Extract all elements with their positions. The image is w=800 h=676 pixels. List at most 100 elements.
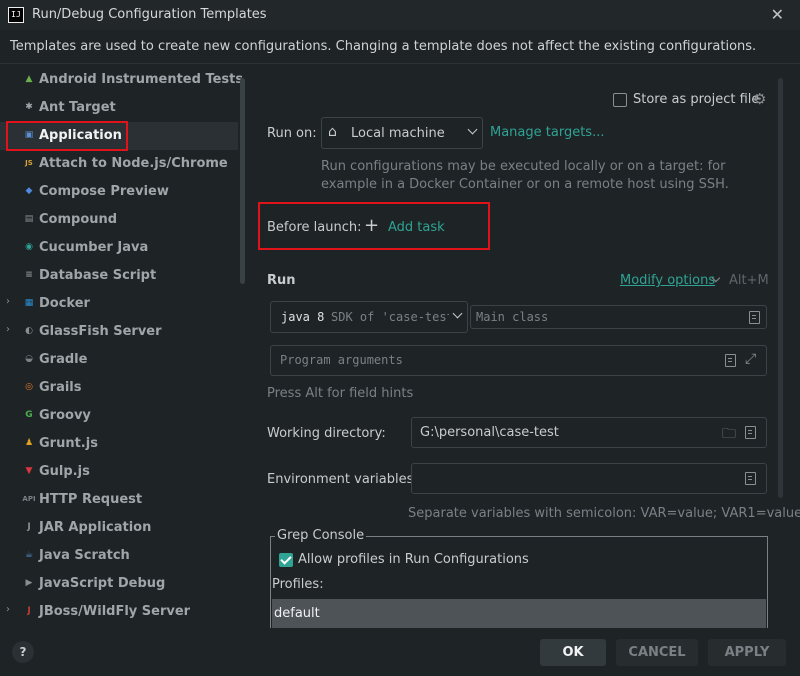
sidebar-item[interactable]: API HTTP Request [0, 486, 238, 514]
working-directory-label: Working directory: [267, 426, 386, 441]
sidebar-item[interactable]: ◆ Compose Preview [0, 178, 238, 206]
edit-env-icon[interactable] [745, 472, 756, 485]
android-icon: ▲ [25, 74, 33, 84]
gear-icon[interactable]: ⚙ [753, 90, 766, 108]
macro-icon[interactable] [745, 426, 756, 439]
store-as-project-file-label: Store as project file [633, 92, 760, 107]
help-button[interactable]: ? [12, 641, 34, 663]
sidebar-item[interactable]: ▲ Android Instrumented Tests [0, 66, 244, 94]
environment-variables-field[interactable] [411, 463, 767, 494]
run-on-select[interactable]: ⌂ Local machine [321, 117, 483, 149]
sidebar-item-label: Compound [39, 212, 118, 227]
allow-profiles-label: Allow profiles in Run Configurations [298, 552, 529, 567]
sidebar-item-label: Database Script [39, 268, 157, 283]
field-hints-text: Press Alt for field hints [267, 386, 414, 401]
sidebar-item[interactable]: JS Attach to Node.js/Chrome [0, 150, 238, 178]
program-arguments-field[interactable]: Program arguments ⤢ [270, 345, 767, 376]
modify-options-link[interactable]: Modify options [620, 273, 715, 288]
docker-icon: ▦ [24, 298, 34, 308]
jdk-hint: SDK of 'case-test [331, 310, 449, 324]
sidebar-item[interactable]: ▤ Compound [0, 206, 238, 234]
sidebar-item[interactable]: J JAR Application [0, 514, 238, 542]
working-directory-field[interactable]: G:\personal\case-test 🗀 [411, 417, 767, 448]
modify-options-shortcut: Alt+M [729, 273, 769, 288]
run-on-value: Local machine [351, 126, 445, 141]
sidebar-item-label: Ant Target [39, 100, 116, 115]
expand-arrow-icon[interactable]: › [6, 296, 10, 307]
jar-icon: J [27, 522, 31, 532]
expand-arrow-icon[interactable]: › [6, 604, 10, 615]
description-bar: Templates are used to create new configu… [0, 30, 800, 64]
grails-icon: ◎ [25, 382, 33, 392]
main-scrollbar[interactable] [778, 78, 783, 498]
sidebar-item[interactable]: ◎ Grails [0, 374, 238, 402]
sidebar-item[interactable]: ✱ Ant Target [0, 94, 238, 122]
sidebar-item-label: GlassFish Server [39, 324, 162, 339]
profiles-label: Profiles: [272, 577, 324, 592]
sidebar-item-label: JBoss/WildFly Server [39, 604, 191, 619]
close-icon[interactable]: ✕ [771, 5, 784, 24]
browse-icon[interactable] [749, 311, 760, 324]
grunt-icon: ♟ [24, 438, 34, 448]
folder-icon[interactable]: 🗀 [722, 423, 736, 447]
sidebar-item-label: Gradle [39, 352, 88, 367]
ok-button[interactable]: OK [540, 639, 606, 666]
database-script-icon: ≡ [25, 270, 33, 280]
java-scratch-icon: ☕ [24, 550, 34, 560]
sidebar-item-label: Grails [39, 380, 82, 395]
intellij-app-icon: IJ [8, 7, 24, 23]
run-section-title: Run [267, 273, 296, 288]
sidebar-item-label: Compose Preview [39, 184, 169, 199]
environment-variables-hint: Separate variables with semicolon: VAR=v… [408, 506, 800, 521]
glassfish-icon: ◐ [25, 326, 33, 336]
title-bar: IJ Run/Debug Configuration Templates ✕ [0, 0, 800, 30]
ant-icon: ✱ [25, 102, 33, 112]
sidebar-scrollbar[interactable] [240, 78, 245, 284]
main-class-placeholder: Main class [476, 310, 549, 324]
template-settings-panel: Store as project file ⚙ Run on: ⌂ Local … [250, 64, 800, 646]
sidebar-item[interactable]: ▼ Gulp.js [0, 458, 238, 486]
highlight-box-application [6, 121, 128, 151]
sidebar-item[interactable]: G Groovy [0, 402, 238, 430]
nodejs-attach-icon: JS [25, 159, 33, 167]
description-text: Templates are used to create new configu… [10, 39, 757, 54]
allow-profiles-checkbox[interactable] [279, 553, 293, 567]
jdk-value: java 8 [281, 310, 325, 324]
gradle-icon: ◒ [25, 354, 33, 364]
home-icon: ⌂ [328, 124, 337, 140]
sidebar-item[interactable]: ◉ Cucumber Java [0, 234, 238, 262]
run-on-label: Run on: [267, 126, 317, 141]
chevron-down-icon [467, 124, 478, 135]
gulp-icon: ▼ [25, 466, 33, 476]
store-as-project-file-checkbox[interactable] [613, 93, 627, 107]
jboss-icon: J [27, 606, 31, 616]
cancel-button[interactable]: CANCEL [616, 639, 698, 666]
apply-button[interactable]: APPLY [708, 639, 786, 666]
compound-icon: ▤ [24, 214, 34, 224]
js-debug-icon: ▶ [25, 578, 33, 588]
manage-targets-link[interactable]: Manage targets... [490, 125, 604, 140]
sidebar-item-label: Groovy [39, 408, 91, 423]
sidebar-item-label: JAR Application [39, 520, 152, 535]
run-on-hint-line1: Run configurations may be executed local… [321, 159, 726, 174]
working-directory-value: G:\personal\case-test [420, 425, 559, 440]
dialog-footer: ? OK CANCEL APPLY [0, 628, 800, 676]
sidebar-item[interactable]: ☕ Java Scratch [0, 542, 238, 570]
expand-arrow-icon[interactable]: › [6, 324, 10, 335]
sidebar-item[interactable]: › J JBoss/WildFly Server [0, 598, 238, 626]
sidebar-item[interactable]: ◒ Gradle [0, 346, 238, 374]
cucumber-icon: ◉ [25, 242, 33, 252]
expand-icon[interactable]: ⤢ [745, 351, 756, 367]
sidebar-item[interactable]: ≡ Database Script [0, 262, 238, 290]
sidebar-item[interactable]: ▶ JavaScript Debug [0, 570, 238, 598]
jdk-select[interactable]: java 8 SDK of 'case-test [270, 301, 468, 333]
edit-list-icon[interactable] [725, 354, 736, 367]
sidebar-item[interactable]: › ◐ GlassFish Server [0, 318, 238, 346]
main-class-field[interactable]: Main class [470, 305, 767, 329]
run-on-hint-line2: example in a Docker Container or on a re… [321, 177, 729, 192]
sidebar-item-label: Java Scratch [39, 548, 130, 563]
environment-variables-label: Environment variables: [267, 472, 418, 487]
profile-row-selected[interactable]: default [272, 599, 766, 629]
sidebar-item[interactable]: › ▦ Docker [0, 290, 238, 318]
sidebar-item[interactable]: ♟ Grunt.js [0, 430, 238, 458]
